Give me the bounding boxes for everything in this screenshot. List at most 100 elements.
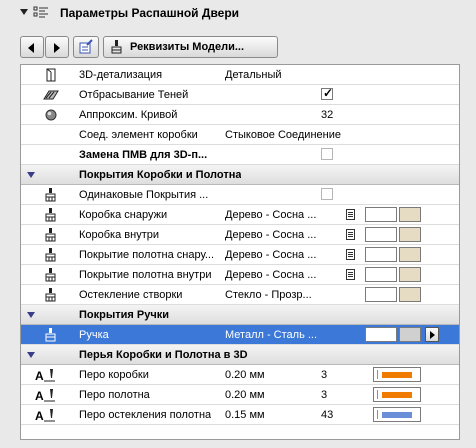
open-selector-button[interactable] [425,327,439,342]
row-label: Ручка [79,329,109,341]
checkbox[interactable] [321,86,333,100]
shadow-icon [43,88,59,102]
list-row[interactable]: Одинаковые Покрытия ... [21,185,459,205]
collapse-triangle-icon[interactable] [20,9,28,15]
eyedropper-icon [79,39,93,54]
pen-number: 3 [321,389,328,401]
svg-text:A: A [35,389,44,402]
surface-swatch-texture[interactable] [399,227,421,242]
expand-triangle-icon[interactable] [27,352,35,358]
pen-thickness: 0.20 мм [225,369,265,381]
brush-icon [43,208,59,222]
row-value[interactable]: 32 [321,109,451,121]
surface-swatch-white[interactable] [365,267,397,282]
model-attributes-button[interactable]: Реквизиты Модели... [103,36,278,58]
row-value: Дерево - Сосна ... [225,229,317,241]
pen-number: 3 [321,369,328,381]
document-icon[interactable] [346,209,355,220]
brush-icon [43,268,59,282]
document-icon[interactable] [346,249,355,260]
row-label: Перо остекления полотна [79,409,212,421]
previous-button[interactable] [20,36,44,58]
list-row[interactable]: Покрытие полотна снару... Дерево - Сосна … [21,245,459,265]
surface-swatch-white[interactable] [365,247,397,262]
arrow-right-icon [54,43,60,53]
checkbox[interactable] [321,188,333,200]
3d-detail-icon [43,68,59,82]
surface-swatch-texture[interactable] [399,207,421,222]
brush-icon [43,228,59,242]
pen-icon: A [35,368,55,383]
row-label: Одинаковые Покрытия ... [79,189,209,201]
surface-swatch-texture[interactable] [399,287,421,302]
surface-swatch-texture[interactable] [399,247,421,262]
next-button[interactable] [45,36,69,58]
door-settings-icon [33,6,48,18]
row-label: Остекление створки [79,289,183,301]
svg-text:A: A [35,409,44,422]
document-icon[interactable] [346,269,355,280]
settings-list: 3D-детализация Детальный Отбрасывание Тене… [20,64,460,440]
list-row[interactable]: A Перо коробки 0.20 мм 3 [21,365,459,385]
list-row[interactable]: Соед. элемент коробки Стыковое Соединение [21,125,459,145]
expand-triangle-icon[interactable] [27,172,35,178]
row-value[interactable]: Стыковое Соединение [225,129,355,141]
sphere-icon [43,108,59,122]
group-header[interactable]: Покрытия Ручки [21,305,459,325]
surface-swatch-white[interactable] [365,207,397,222]
list-row[interactable]: A Перо полотна 0.20 мм 3 [21,385,459,405]
row-label: Коробка снаружи [79,209,168,221]
list-row[interactable]: Ручка Металл - Сталь ... [21,325,459,345]
row-value: Стекло - Прозр... [225,289,312,301]
list-row[interactable]: Коробка снаружи Дерево - Сосна ... [21,205,459,225]
row-label: Коробка внутри [79,229,160,241]
brush-icon [43,188,59,202]
checkbox[interactable] [321,148,333,160]
list-row[interactable]: A Перо остекления полотна 0.15 мм 43 [21,405,459,425]
pen-thickness: 0.20 мм [225,389,265,401]
list-row[interactable]: Замена ПМВ для 3D-п... [21,145,459,165]
pen-swatch[interactable] [373,367,421,382]
row-value: Дерево - Сосна ... [225,209,317,221]
row-label: Покрытие полотна снару... [79,249,215,261]
pen-swatch[interactable] [373,387,421,402]
surface-swatch-texture[interactable] [399,327,421,342]
row-label: 3D-детализация [79,69,163,81]
group-title: Перья Коробки и Полотна в 3D [79,349,248,361]
arrow-left-icon [28,43,34,53]
row-value: Дерево - Сосна ... [225,249,317,261]
list-row[interactable]: 3D-детализация Детальный [21,65,459,85]
pick-attributes-button[interactable] [73,36,99,58]
list-row[interactable]: Аппроксим. Кривой 32 [21,105,459,125]
brush-icon [43,288,59,302]
list-row[interactable]: Остекление створки Стекло - Прозр... [21,285,459,305]
brush-icon [43,248,59,262]
list-row[interactable]: Отбрасывание Теней [21,85,459,105]
pen-swatch[interactable] [373,407,421,422]
expand-triangle-icon[interactable] [27,312,35,318]
surface-swatch-white[interactable] [365,327,397,342]
row-label: Соед. элемент коробки [79,129,198,141]
panel-header: Параметры Распашной Двери [0,0,476,30]
group-header[interactable]: Покрытия Коробки и Полотна [21,165,459,185]
row-label: Перо коробки [79,369,149,381]
pen-color-bar [382,412,412,418]
pen-icon: A [35,388,55,403]
pen-thickness: 0.15 мм [225,409,265,421]
surface-swatch-texture[interactable] [399,267,421,282]
row-label: Покрытие полотна внутри [79,269,212,281]
pen-icon: A [35,408,55,423]
pen-color-bar [382,392,412,398]
row-value: Металл - Сталь ... [225,329,318,341]
list-row[interactable]: Покрытие полотна внутри Дерево - Сосна ..… [21,265,459,285]
list-row[interactable]: Коробка внутри Дерево - Сосна ... [21,225,459,245]
row-value[interactable]: Детальный [225,69,355,81]
group-title: Покрытия Ручки [79,309,169,321]
group-header[interactable]: Перья Коробки и Полотна в 3D [21,345,459,365]
group-title: Покрытия Коробки и Полотна [79,169,242,181]
surface-swatch-white[interactable] [365,227,397,242]
surface-swatch-white[interactable] [365,287,397,302]
row-label: Аппроксим. Кривой [79,109,178,121]
row-label: Замена ПМВ для 3D-п... [79,149,208,161]
document-icon[interactable] [346,229,355,240]
